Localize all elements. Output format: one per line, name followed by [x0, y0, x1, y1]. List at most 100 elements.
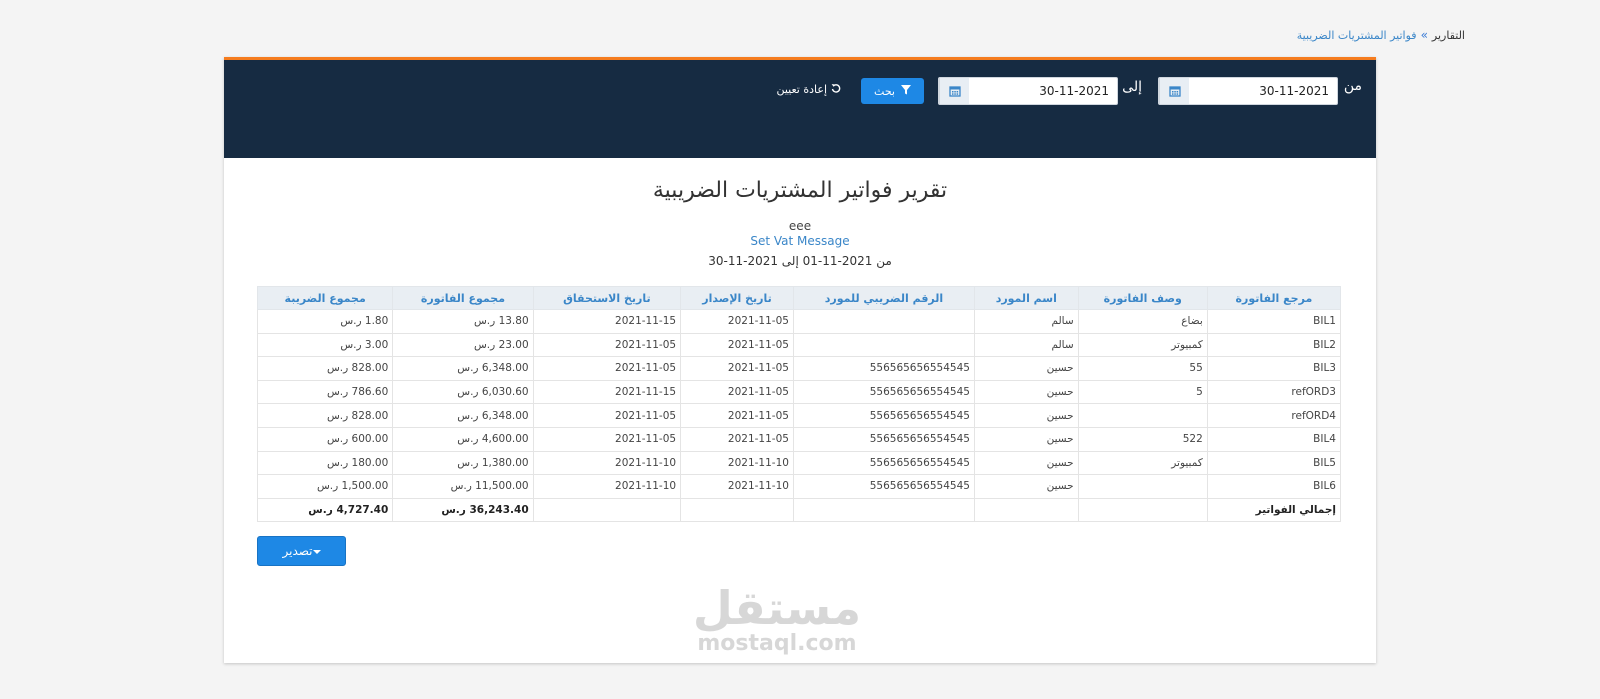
from-date-value[interactable]: 30-11-2021 — [1189, 84, 1337, 98]
to-date-field[interactable]: 30-11-2021 — [938, 77, 1118, 105]
table-row: BIL4 522 حسين 556565656554545 2021-11-05… — [256, 426, 1342, 452]
cell-tax-total: 3.00 ر.س — [256, 332, 394, 358]
cell-empty — [532, 497, 682, 523]
double-chevron-icon: » — [1420, 28, 1428, 42]
cell-issue-date: 2021-11-05 — [680, 356, 794, 381]
cell-due-date: 2021-11-15 — [532, 309, 682, 334]
table-body: BIL1 بضاع سالم 2021-11-05 2021-11-15 13.… — [256, 309, 1342, 523]
cell-supplier-tax-number: 556565656554545 — [792, 403, 975, 428]
report-card: من 30-11-2021 إلى 30-11-2021 بحث إعادة ت… — [224, 57, 1376, 663]
cell-invoice-ref: BIL3 — [1206, 356, 1342, 381]
cell-invoice-desc: 55 — [1077, 356, 1208, 381]
cell-due-date: 2021-11-15 — [532, 379, 682, 405]
cell-invoice-ref: BIL1 — [1206, 309, 1342, 334]
watermark-arabic: مستقل — [692, 581, 862, 635]
table-header-row: مرجع الفاتورة وصف الفاتورة اسم المورد ال… — [256, 286, 1342, 310]
col-header-invoice-desc: وصف الفاتورة — [1077, 286, 1208, 310]
cell-invoice-desc: كمبيوتر — [1077, 332, 1208, 358]
cell-empty — [680, 497, 794, 523]
cell-supplier-tax-number: 556565656554545 — [792, 379, 975, 405]
cell-due-date: 2021-11-05 — [532, 356, 682, 381]
report-title: تقرير فواتير المشتريات الضريبية — [652, 178, 948, 203]
table-row: refORD4 حسين 556565656554545 2021-11-05 … — [256, 403, 1342, 428]
cell-invoice-total: 6,348.00 ر.س — [392, 356, 534, 381]
table-total-row: إجمالي الفواتير 36,243.40 ر.س 4,727.40 ر… — [256, 497, 1342, 523]
cell-issue-date: 2021-11-05 — [680, 332, 794, 358]
table-row: BIL2 كمبيوتر سالم 2021-11-05 2021-11-05 … — [256, 332, 1342, 358]
search-button-label: بحث — [874, 84, 895, 98]
mostaql-watermark: مستقل mostaql.com — [682, 585, 872, 655]
to-date-value[interactable]: 30-11-2021 — [969, 84, 1117, 98]
cell-invoice-total: 13.80 ر.س — [392, 309, 534, 334]
export-dropdown-button[interactable]: تصدير — [257, 536, 346, 566]
cell-issue-date: 2021-11-10 — [680, 450, 794, 476]
search-button[interactable]: بحث — [861, 78, 924, 104]
cell-invoice-desc — [1077, 474, 1208, 499]
cell-invoice-desc: بضاع — [1077, 309, 1208, 334]
col-header-due-date: تاريخ الاستحقاق — [532, 286, 682, 310]
cell-supplier-name: حسين — [973, 474, 1079, 499]
caret-down-icon — [312, 544, 321, 558]
reset-button[interactable]: إعادة تعيين — [776, 83, 841, 96]
cell-invoice-desc: 5 — [1077, 379, 1208, 405]
cell-supplier-name: حسين — [973, 403, 1079, 428]
cell-supplier-name: حسين — [973, 356, 1079, 381]
from-date-field[interactable]: 30-11-2021 — [1158, 77, 1338, 105]
total-tax-amount: 4,727.40 ر.س — [256, 497, 394, 523]
cell-tax-total: 786.60 ر.س — [256, 379, 394, 405]
cell-supplier-name: حسين — [973, 426, 1079, 452]
set-vat-message-link[interactable]: Set Vat Message — [224, 234, 1376, 248]
cell-issue-date: 2021-11-05 — [680, 309, 794, 334]
cell-invoice-ref: refORD3 — [1206, 379, 1342, 405]
breadcrumb-current[interactable]: فواتير المشتريات الضريبية — [1297, 29, 1417, 42]
cell-invoice-total: 4,600.00 ر.س — [392, 426, 534, 452]
cell-invoice-ref: BIL6 — [1206, 474, 1342, 499]
calendar-icon[interactable] — [1159, 78, 1189, 104]
export-button-label: تصدير — [282, 544, 313, 558]
cell-supplier-name: حسين — [973, 379, 1079, 405]
cell-issue-date: 2021-11-10 — [680, 474, 794, 499]
cell-supplier-name: سالم — [973, 332, 1079, 358]
from-label: من — [1343, 78, 1362, 94]
cell-issue-date: 2021-11-05 — [680, 403, 794, 428]
col-header-supplier-tax-number: الرقم الضريبي للمورد — [792, 286, 975, 310]
cell-invoice-total: 6,030.60 ر.س — [392, 379, 534, 405]
cell-due-date: 2021-11-10 — [532, 450, 682, 476]
total-label: إجمالي الفواتير — [1206, 497, 1342, 523]
cell-supplier-tax-number — [792, 332, 975, 358]
col-header-invoice-total: مجموع الفاتورة — [392, 286, 534, 310]
col-header-invoice-ref: مرجع الفاتورة — [1206, 286, 1342, 310]
total-invoice-amount: 36,243.40 ر.س — [392, 497, 534, 523]
cell-supplier-tax-number: 556565656554545 — [792, 356, 975, 381]
table-row: BIL5 كمبيوتر حسين 556565656554545 2021-1… — [256, 450, 1342, 476]
breadcrumb: التقارير » فواتير المشتريات الضريبية — [1297, 28, 1465, 42]
cell-invoice-ref: refORD4 — [1206, 403, 1342, 428]
reset-button-label: إعادة تعيين — [776, 83, 827, 96]
table-row: BIL3 55 حسين 556565656554545 2021-11-05 … — [256, 356, 1342, 381]
filter-icon — [900, 84, 911, 98]
cell-invoice-ref: BIL2 — [1206, 332, 1342, 358]
cell-invoice-total: 11,500.00 ر.س — [392, 474, 534, 499]
cell-invoice-total: 6,348.00 ر.س — [392, 403, 534, 428]
watermark-latin: mostaql.com — [697, 631, 857, 656]
cell-invoice-ref: BIL4 — [1206, 426, 1342, 452]
table-row: refORD3 5 حسين 556565656554545 2021-11-0… — [256, 379, 1342, 405]
undo-icon — [831, 83, 841, 96]
cell-due-date: 2021-11-05 — [532, 332, 682, 358]
cell-supplier-tax-number: 556565656554545 — [792, 450, 975, 476]
cell-invoice-desc — [1077, 403, 1208, 428]
breadcrumb-reports-link[interactable]: التقارير — [1432, 29, 1465, 42]
cell-due-date: 2021-11-05 — [532, 426, 682, 452]
cell-supplier-name: حسين — [973, 450, 1079, 476]
company-name: eee — [788, 219, 812, 233]
cell-tax-total: 1.80 ر.س — [256, 309, 394, 334]
col-header-supplier-name: اسم المورد — [973, 286, 1079, 310]
cell-due-date: 2021-11-05 — [532, 403, 682, 428]
col-header-tax-total: مجموع الضريبة — [256, 286, 394, 310]
calendar-icon[interactable] — [939, 78, 969, 104]
to-label: إلى — [1122, 79, 1142, 95]
cell-issue-date: 2021-11-05 — [680, 379, 794, 405]
cell-due-date: 2021-11-10 — [532, 474, 682, 499]
cell-supplier-tax-number: 556565656554545 — [792, 426, 975, 452]
table-row: BIL6 حسين 556565656554545 2021-11-10 202… — [256, 474, 1342, 499]
